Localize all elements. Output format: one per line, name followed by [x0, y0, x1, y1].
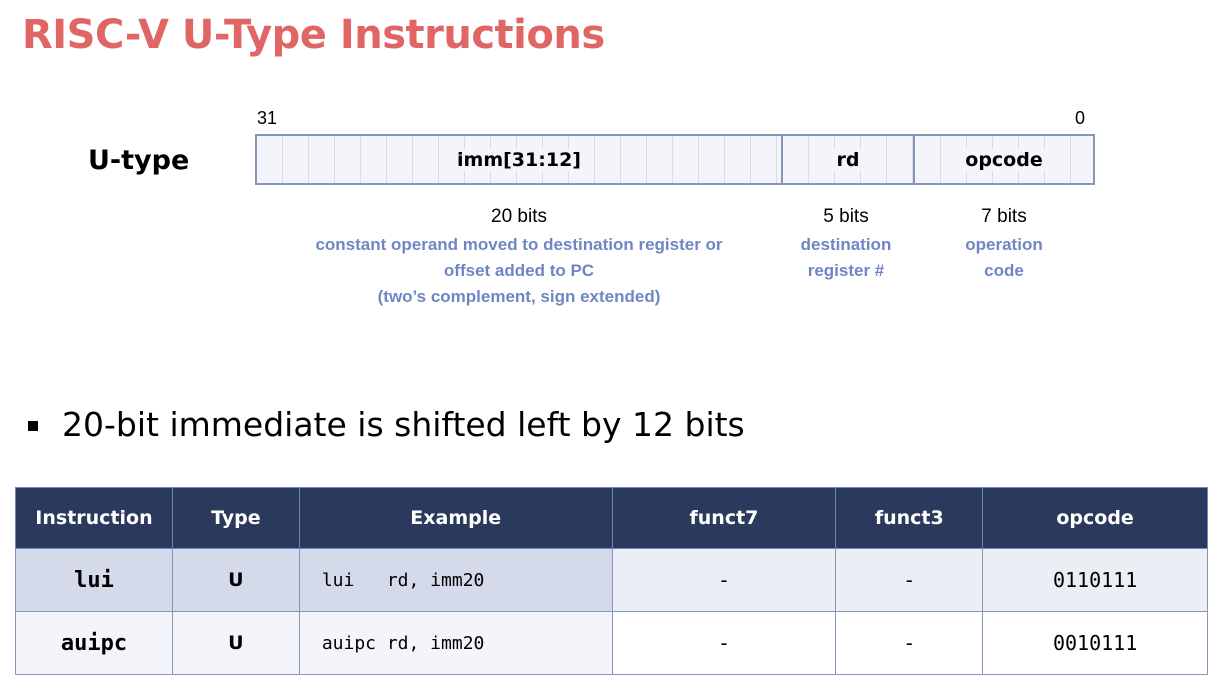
format-label: U-type — [88, 145, 190, 176]
cell-instruction: lui — [15, 548, 173, 612]
cell-example: auipc rd, imm20 — [298, 611, 613, 675]
field-imm-note-2: offset added to PC — [443, 261, 595, 280]
table-row: lui U lui rd, imm20 - - 0110111 — [15, 548, 1208, 612]
cell-type: U — [171, 611, 300, 675]
col-header-type: Type — [171, 487, 300, 549]
cell-opcode: 0110111 — [982, 548, 1208, 612]
bullet-square-icon — [28, 420, 38, 431]
field-imm-note-3: (two’s complement, sign extended) — [377, 287, 661, 306]
col-header-instruction: Instruction — [15, 487, 173, 549]
cell-funct3: - — [835, 611, 984, 675]
col-header-funct7: funct7 — [611, 487, 837, 549]
field-opcode-description: 7 bits operation code — [913, 206, 1095, 284]
page-title: RISC-V U-Type Instructions — [22, 12, 605, 58]
cell-funct7: - — [611, 611, 837, 675]
bit-index-low: 0 — [1075, 108, 1086, 128]
col-header-funct3: funct3 — [835, 487, 984, 549]
field-opcode-name: opcode — [961, 148, 1047, 171]
cell-instruction: auipc — [15, 611, 173, 675]
field-opcode-bits: 7 bits — [981, 206, 1027, 227]
cell-funct3: - — [835, 548, 984, 612]
cell-type: U — [171, 548, 300, 612]
table-row: auipc U auipc rd, imm20 - - 0010111 — [15, 611, 1208, 675]
field-rd-description: 5 bits destination register # — [781, 206, 911, 284]
field-rd-bits: 5 bits — [823, 206, 869, 227]
field-imm-note-1: constant operand moved to destination re… — [315, 235, 723, 254]
col-header-opcode: opcode — [982, 487, 1208, 549]
field-opcode-note-1: operation — [965, 235, 1043, 254]
field-rd-name: rd — [832, 148, 864, 171]
field-imm-bits: 20 bits — [491, 206, 547, 227]
field-imm-description: 20 bits constant operand moved to destin… — [257, 206, 781, 310]
field-rd: rd — [781, 136, 913, 183]
bullet-point: 20-bit immediate is shifted left by 12 b… — [28, 405, 745, 444]
field-opcode-note-2: code — [984, 261, 1024, 280]
bit-index-high: 31 — [257, 108, 278, 128]
bullet-text: 20-bit immediate is shifted left by 12 b… — [62, 405, 745, 444]
cell-example: lui rd, imm20 — [298, 548, 613, 612]
table-header-row: Instruction Type Example funct7 funct3 o… — [15, 487, 1208, 549]
cell-opcode: 0010111 — [982, 611, 1208, 675]
field-imm: imm[31:12] — [257, 136, 781, 183]
field-imm-name: imm[31:12] — [453, 148, 585, 171]
field-rd-note-2: register # — [807, 261, 885, 280]
instruction-table: Instruction Type Example funct7 funct3 o… — [15, 487, 1208, 675]
instruction-format-diagram: imm[31:12] rd opcode — [255, 134, 1095, 185]
field-opcode: opcode — [913, 136, 1093, 183]
cell-funct7: - — [611, 548, 837, 612]
col-header-example: Example — [298, 487, 613, 549]
field-rd-note-1: destination — [800, 235, 892, 254]
